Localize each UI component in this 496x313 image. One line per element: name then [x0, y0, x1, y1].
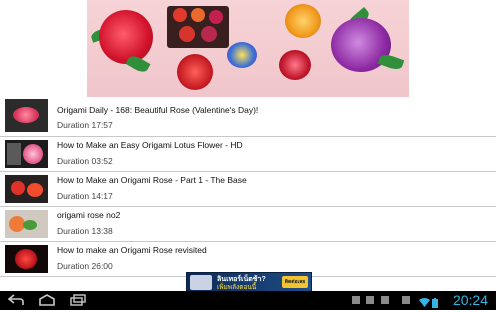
- back-icon[interactable]: [7, 294, 24, 310]
- battery-icon: [432, 295, 443, 308]
- video-title: How to Make an Origami Rose - Part 1 - T…: [57, 175, 247, 185]
- header-banner-area: [0, 0, 496, 99]
- video-thumbnail: [5, 245, 48, 273]
- video-title: origami rose no2: [57, 210, 121, 220]
- ad-image: [190, 275, 212, 290]
- origami-roses-banner-image: [87, 0, 409, 97]
- video-duration: Duration 03:52: [57, 156, 113, 166]
- list-item[interactable]: origami rose no2 Duration 13:38: [0, 207, 496, 242]
- video-thumbnail: [5, 99, 48, 132]
- wifi-icon: [419, 295, 430, 307]
- video-title: How to make an Origami Rose revisited: [57, 245, 207, 255]
- notification-icon: [402, 296, 410, 304]
- video-duration: Duration 14:17: [57, 191, 113, 201]
- list-item[interactable]: How to Make an Easy Origami Lotus Flower…: [0, 137, 496, 172]
- home-icon[interactable]: [38, 294, 56, 310]
- list-item[interactable]: How to Make an Origami Rose - Part 1 - T…: [0, 172, 496, 207]
- list-item[interactable]: Origami Daily - 168: Beautiful Rose (Val…: [0, 99, 496, 137]
- video-list[interactable]: Origami Daily - 168: Beautiful Rose (Val…: [0, 99, 496, 277]
- video-thumbnail: [5, 140, 48, 168]
- notification-icon: [352, 296, 360, 304]
- status-clock: 20:24: [452, 292, 488, 308]
- ad-cta-button[interactable]: ติดต่อเลย: [282, 276, 308, 288]
- video-duration: Duration 26:00: [57, 261, 113, 271]
- video-title: How to Make an Easy Origami Lotus Flower…: [57, 140, 243, 150]
- ad-banner[interactable]: ลินเทอร์เน็ตช้า? เพิ่มพลังตอนนี้ ติดต่อเ…: [186, 272, 312, 293]
- video-thumbnail: [5, 210, 48, 238]
- notification-icon: [381, 296, 389, 304]
- video-title: Origami Daily - 168: Beautiful Rose (Val…: [57, 105, 259, 115]
- video-duration: Duration 17:57: [57, 120, 113, 130]
- notification-icon: [366, 296, 374, 304]
- video-duration: Duration 13:38: [57, 226, 113, 236]
- system-navigation-bar: 20:24: [0, 291, 496, 310]
- recent-apps-icon[interactable]: [70, 294, 86, 310]
- video-thumbnail: [5, 175, 48, 203]
